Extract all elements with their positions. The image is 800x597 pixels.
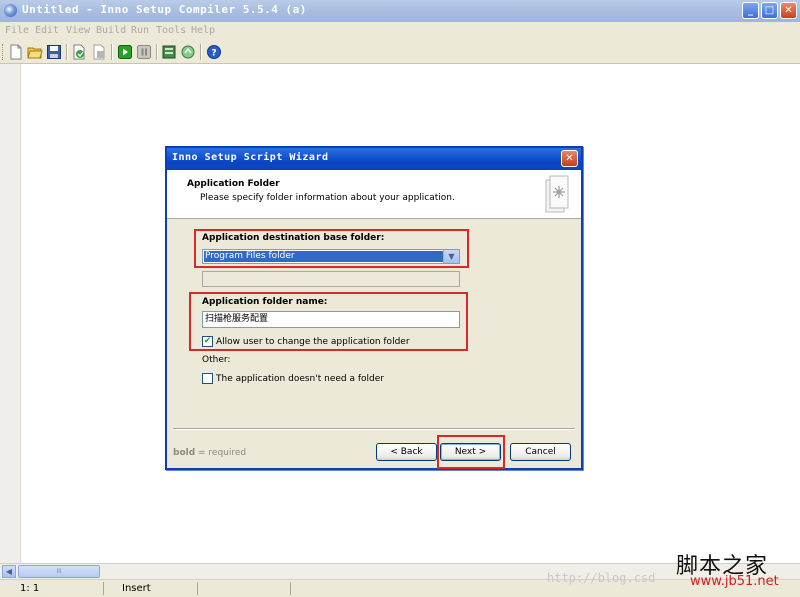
menu-tools[interactable]: Tools — [156, 25, 186, 36]
new-file-icon[interactable] — [8, 44, 24, 60]
cursor-position: 1: 1 — [4, 582, 104, 595]
save-icon[interactable] — [46, 44, 62, 60]
dialog-title: Inno Setup Script Wizard — [172, 152, 329, 163]
menu-bar: File Edit View Build Run Tools Help — [0, 22, 800, 40]
menu-help[interactable]: Help — [191, 25, 215, 36]
scroll-left-button[interactable]: ◀ — [2, 565, 16, 578]
status-bar: 1: 1 Insert — [0, 579, 800, 597]
window-title-bar[interactable]: Untitled - Inno Setup Compiler 5.5.4 (a)… — [0, 0, 800, 23]
menu-build[interactable]: Build — [96, 25, 126, 36]
target-uninstall-icon[interactable] — [180, 44, 196, 60]
toolbar-separator — [200, 44, 202, 60]
toolbar-grip[interactable] — [2, 44, 6, 60]
highlight-destination — [194, 229, 469, 268]
required-hint: bold = required — [173, 448, 246, 458]
no-folder-checkbox[interactable] — [202, 373, 213, 384]
menu-file[interactable]: File — [5, 25, 29, 36]
run-icon[interactable] — [117, 44, 133, 60]
toolbar-separator — [156, 44, 158, 60]
menu-edit[interactable]: Edit — [35, 25, 59, 36]
wizard-page-subtitle: Please specify folder information about … — [200, 193, 455, 203]
compile-icon[interactable] — [71, 44, 87, 60]
other-label: Other: — [202, 355, 231, 365]
help-icon[interactable]: ? — [206, 44, 222, 60]
wizard-document-icon — [545, 175, 569, 213]
dialog-close-button[interactable]: ✕ — [561, 150, 578, 167]
watermark-url: http://blog.csd — [547, 571, 656, 585]
window-title: Untitled - Inno Setup Compiler 5.5.4 (a) — [22, 3, 307, 16]
inno-setup-app-icon — [4, 4, 17, 17]
menu-run[interactable]: Run — [131, 25, 149, 36]
no-folder-label[interactable]: The application doesn't need a folder — [216, 374, 384, 384]
hint-text: = required — [195, 448, 247, 458]
toolbar-separator — [66, 44, 68, 60]
wizard-page-title: Application Folder — [187, 179, 280, 189]
toolbar: ? — [0, 41, 800, 64]
dialog-separator — [173, 428, 575, 430]
custom-destination-field — [202, 271, 460, 287]
back-button[interactable]: < Back — [376, 443, 437, 461]
dialog-title-bar[interactable]: Inno Setup Script Wizard ✕ — [167, 148, 581, 170]
close-button[interactable]: ✕ — [780, 2, 797, 19]
minimize-button[interactable]: _ — [742, 2, 759, 19]
status-panel — [200, 582, 291, 595]
open-folder-icon[interactable] — [27, 44, 43, 60]
stop-compile-icon[interactable] — [91, 44, 107, 60]
target-setup-icon[interactable] — [161, 44, 177, 60]
menu-view[interactable]: View — [66, 25, 90, 36]
svg-text:?: ? — [211, 49, 216, 59]
insert-mode: Insert — [106, 582, 198, 595]
toolbar-separator — [111, 44, 113, 60]
next-button[interactable]: Next > — [440, 443, 501, 461]
highlight-folder-name — [189, 292, 468, 351]
scroll-thumb[interactable]: III — [18, 565, 100, 578]
maximize-button[interactable]: □ — [761, 2, 778, 19]
editor-gutter — [0, 64, 21, 563]
script-wizard-dialog: Inno Setup Script Wizard ✕ Application F… — [165, 146, 583, 470]
pause-icon[interactable] — [136, 44, 152, 60]
watermark-site: www.jb51.net — [690, 574, 779, 589]
cancel-button[interactable]: Cancel — [510, 443, 571, 461]
wizard-header: Application Folder Please specify folder… — [167, 170, 581, 219]
hint-bold: bold — [173, 448, 196, 458]
